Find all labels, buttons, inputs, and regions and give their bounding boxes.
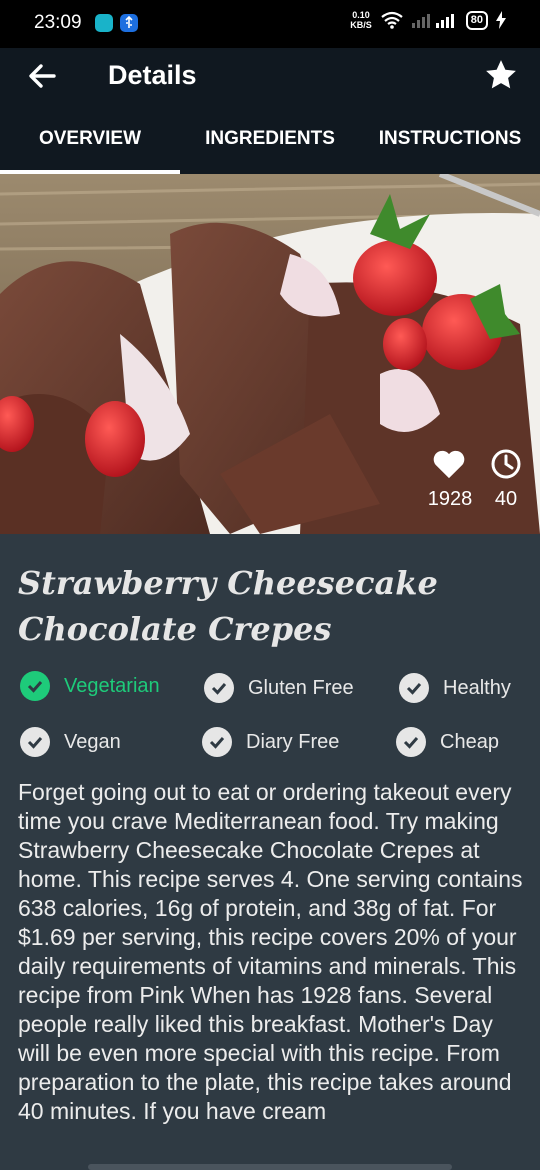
gesture-bar	[88, 1164, 452, 1170]
speed-value: 0.10	[352, 10, 370, 20]
status-bar: 23:09 0.10 KB/S 80	[0, 0, 540, 48]
check-icon	[396, 727, 426, 757]
status-time: 23:09	[34, 12, 82, 33]
tag-cheap: Cheap	[396, 727, 499, 757]
usb-icon	[120, 14, 138, 32]
tag-vegan: Vegan	[20, 727, 121, 757]
check-icon	[399, 673, 429, 703]
tag-label: Diary Free	[246, 730, 340, 753]
clock-icon	[491, 449, 521, 479]
tag-dairy-free: Diary Free	[202, 727, 339, 757]
likes-count: 1928	[427, 488, 473, 510]
star-icon[interactable]	[484, 58, 518, 92]
recipe-image: 1928 40	[0, 174, 540, 534]
tag-label: Vegetarian	[64, 674, 160, 697]
page-title: Details	[108, 60, 197, 90]
overview-panel: Strawberry Cheesecake Chocolate Crepes V…	[0, 534, 540, 1170]
tag-vegetarian: Vegetarian	[20, 671, 160, 701]
tag-label: Vegan	[64, 730, 121, 753]
wifi-icon	[381, 11, 403, 29]
check-icon	[20, 671, 50, 701]
app-bar: Details OVERVIEW INGREDIENTS INSTRUCTION…	[0, 48, 540, 174]
battery-icon: 80	[465, 10, 488, 30]
tab-bar: OVERVIEW INGREDIENTS INSTRUCTIONS	[0, 112, 540, 174]
tag-label: Healthy	[443, 676, 511, 699]
arrow-left-icon[interactable]	[26, 60, 58, 92]
cook-time: 40	[494, 488, 518, 510]
check-icon	[20, 727, 50, 757]
tab-overview[interactable]: OVERVIEW	[0, 112, 180, 174]
network-speed: 0.10 KB/S	[350, 10, 372, 30]
tag-gluten-free: Gluten Free	[204, 673, 354, 703]
tag-healthy: Healthy	[399, 673, 511, 703]
messenger-icon	[95, 14, 113, 32]
tag-label: Cheap	[440, 730, 499, 753]
tab-ingredients[interactable]: INGREDIENTS	[180, 112, 360, 174]
tag-label: Gluten Free	[248, 676, 354, 699]
recipe-title: Strawberry Cheesecake Chocolate Crepes	[18, 564, 438, 648]
signal-icon	[411, 14, 454, 28]
check-icon	[202, 727, 232, 757]
check-icon	[204, 673, 234, 703]
recipe-summary: Forget going out to eat or ordering take…	[18, 779, 523, 1124]
charging-icon	[496, 11, 506, 29]
heart-icon	[433, 450, 465, 479]
tab-instructions[interactable]: INSTRUCTIONS	[360, 112, 540, 174]
speed-unit: KB/S	[350, 20, 372, 30]
